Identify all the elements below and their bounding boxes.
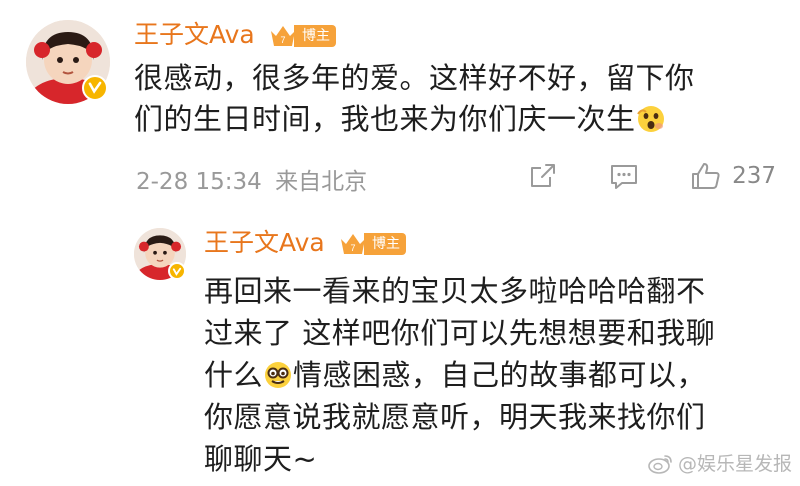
comment-location: 来自北京 [275, 169, 368, 195]
share-button[interactable] [528, 161, 558, 191]
like-button[interactable]: 237 [690, 160, 776, 192]
comment-line: 很感动，很多年的爱。这样好不好，留下你 [134, 61, 695, 95]
author-name[interactable]: 王子文Ava [204, 228, 325, 258]
watermark-text: @娱乐星发报 [677, 453, 792, 475]
comment-icon [611, 165, 638, 189]
svg-text:7: 7 [280, 35, 285, 45]
like-icon [692, 163, 720, 189]
surprised-face-emoji [636, 106, 664, 132]
badge-label: 博主 [364, 233, 406, 255]
comment-date: 2-28 15:34 [136, 169, 262, 195]
svg-text:7: 7 [350, 243, 355, 253]
verified-v-icon [168, 262, 186, 280]
blogger-badge: 7 博主 [268, 22, 336, 50]
share-icon [531, 164, 556, 187]
reply-line: 过来了 这样吧你们可以先想想要和我聊 [204, 316, 716, 350]
reply-line-with-emoji: 什么 情感困惑，自己的故事都可以， [204, 358, 707, 392]
comment-text: 很感动，很多年的爱。这样好不好，留下你 们的生日时间，我也来为你们庆一次生 [134, 58, 774, 140]
badge-label: 博主 [294, 25, 336, 47]
comment-line-with-emoji: 们的生日时间，我也来为你们庆一次生 [134, 99, 774, 140]
comment-actions: 237 [528, 160, 776, 192]
blogger-badge: 7 博主 [338, 230, 406, 258]
reply-line: 你愿意说我就愿意听，明天我来找你们 [204, 400, 706, 434]
like-count: 237 [732, 163, 776, 189]
watermark: @娱乐星发报 [648, 449, 792, 476]
verified-v-icon [82, 75, 108, 101]
author-name[interactable]: 王子文Ava [134, 20, 255, 50]
comment-meta: 2-28 15:34 来自北京 [136, 162, 367, 196]
comment-button[interactable] [608, 161, 640, 191]
reply-line: 再回来一看来的宝贝太多啦哈哈哈翻不 [204, 274, 706, 308]
nerd-face-emoji [265, 362, 292, 388]
weibo-logo-icon [648, 454, 672, 474]
